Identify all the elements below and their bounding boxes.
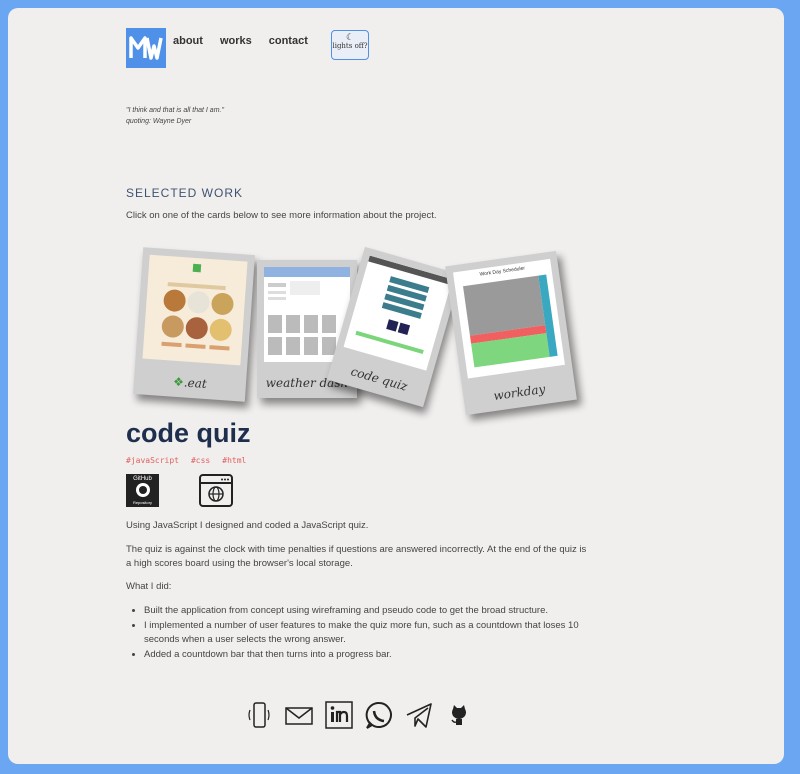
card-screenshot [343,255,453,371]
card-caption: ❖.eat [172,374,208,392]
list-item: Built the application from concept using… [144,604,588,618]
github-button-sublabel: Repository [132,500,153,505]
whatsapp-icon[interactable] [364,700,394,730]
live-site-button[interactable] [199,474,233,507]
quote-text: "I think and that is all that I am." [126,107,224,114]
github-icon [135,483,150,497]
telegram-icon[interactable] [404,700,434,730]
project-details: The quiz is against the clock with time … [126,544,587,569]
page-frame: about works contact ☾ lights off? "I thi… [8,8,784,764]
tag-html: #html [222,456,247,465]
section-title: SELECTED WORK [126,186,244,200]
mail-icon[interactable] [284,700,314,730]
project-bullets: Built the application from concept using… [126,604,588,663]
card-screenshot [142,254,248,366]
theme-toggle-label: lights off? [332,42,368,50]
workday-preview-image [463,274,558,368]
card-screenshot: Work Day Scheduler [453,258,565,379]
project-card-workday[interactable]: Work Day Scheduler workday [445,250,577,416]
project-card-eat[interactable]: ❖.eat [133,247,255,402]
list-item: Added a countdown bar that then turns in… [144,648,588,662]
main-nav: about works contact [173,35,308,47]
nav-about[interactable]: about [173,35,203,47]
what-i-did-label: What I did: [126,581,172,592]
quiz-preview-image [355,255,453,354]
eat-preview-image [161,263,234,351]
project-title: code quiz [126,418,251,448]
theme-toggle-button[interactable]: ☾ lights off? [331,30,369,60]
globe-browser-icon [201,478,231,502]
nav-contact[interactable]: contact [269,35,308,47]
tag-javascript: #javaScript [126,456,179,465]
footer-contact-icons [244,700,474,730]
github-repo-button[interactable]: GitHub Repository [126,474,159,507]
list-item: I implemented a number of user features … [144,619,588,647]
tag-css: #css [190,456,211,465]
quote-block: "I think and that is all that I am." quo… [126,105,224,127]
project-tags: #javaScript #css #html [126,456,246,465]
phone-icon[interactable] [244,700,274,730]
section-subtitle: Click on one of the cards below to see m… [126,210,437,221]
logo[interactable] [126,28,166,68]
nav-works[interactable]: works [220,35,252,47]
linkedin-icon[interactable] [324,700,354,730]
github-icon[interactable] [444,700,474,730]
logo-mark-icon [129,36,163,60]
quote-author: quoting: Wayne Dyer [126,118,192,125]
card-caption: workday [492,381,547,403]
project-intro: Using JavaScript I designed and coded a … [126,520,369,531]
